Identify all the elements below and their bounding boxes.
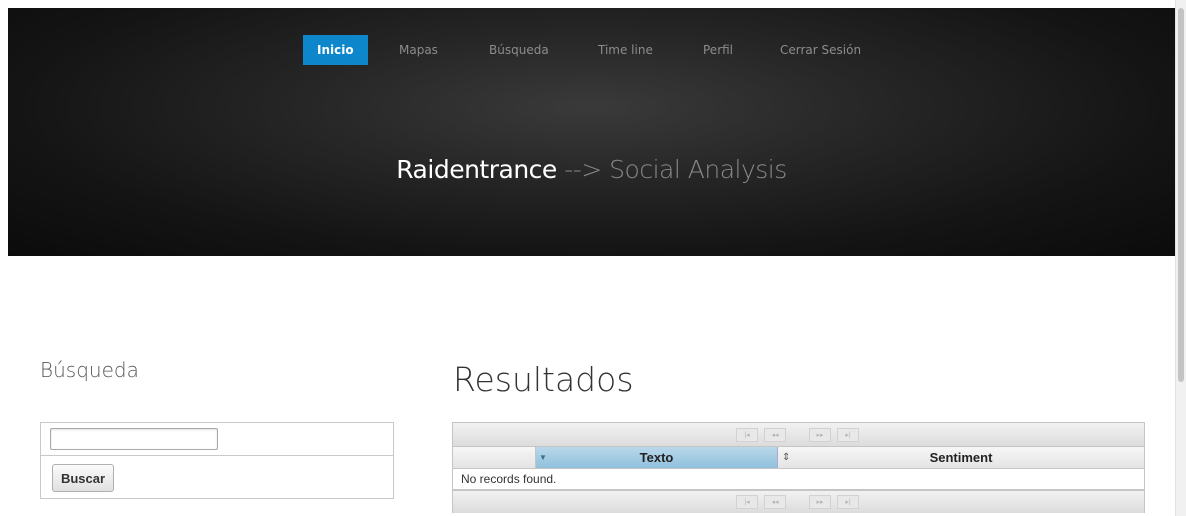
- hero-subtitle: --> Social Analysis: [556, 155, 787, 184]
- page-scrollbar[interactable]: [1175, 0, 1186, 516]
- main-nav: Inicio Mapas Búsqueda Time line Perfil C…: [8, 35, 1175, 65]
- scrollbar-thumb[interactable]: [1178, 8, 1184, 382]
- column-label-texto: Texto: [639, 450, 674, 465]
- search-heading: Búsqueda: [40, 358, 139, 382]
- nav-item-busqueda[interactable]: Búsqueda: [489, 35, 549, 65]
- last-page-icon[interactable]: ▸|: [837, 495, 859, 509]
- search-button[interactable]: Buscar: [52, 464, 114, 492]
- nav-item-perfil[interactable]: Perfil: [703, 35, 733, 65]
- prev-page-icon[interactable]: ◂◂: [764, 428, 786, 442]
- column-header-sentiment[interactable]: ⇕ Sentiment: [778, 447, 1144, 468]
- search-input[interactable]: [50, 428, 218, 450]
- results-grid: |◂ ◂◂ ▸▸ ▸| ▼ Texto ⇕ Sentiment No recor…: [452, 422, 1145, 513]
- column-label-sentiment: Sentiment: [929, 450, 993, 465]
- brand-name: Raidentrance: [396, 155, 557, 184]
- results-heading: Resultados: [453, 360, 634, 399]
- empty-message: No records found.: [453, 469, 1144, 490]
- nav-item-inicio[interactable]: Inicio: [303, 35, 368, 65]
- next-page-icon[interactable]: ▸▸: [809, 428, 831, 442]
- sort-unsorted-icon: ⇕: [782, 452, 791, 463]
- search-button-row: Buscar: [41, 456, 393, 492]
- sort-desc-icon: ▼: [539, 453, 547, 462]
- first-page-icon[interactable]: |◂: [736, 428, 758, 442]
- hero-header: Inicio Mapas Búsqueda Time line Perfil C…: [8, 8, 1175, 256]
- nav-item-cerrar-sesion[interactable]: Cerrar Sesión: [780, 35, 861, 65]
- first-page-icon[interactable]: |◂: [736, 495, 758, 509]
- search-panel: Buscar: [40, 422, 394, 499]
- grid-header-row: ▼ Texto ⇕ Sentiment: [453, 447, 1144, 469]
- grid-header-spacer: [453, 447, 535, 468]
- next-page-icon[interactable]: ▸▸: [809, 495, 831, 509]
- prev-page-icon[interactable]: ◂◂: [764, 495, 786, 509]
- last-page-icon[interactable]: ▸|: [837, 428, 859, 442]
- hero-title: Raidentrance --> Social Analysis: [8, 155, 1175, 184]
- grid-pager-bottom: |◂ ◂◂ ▸▸ ▸|: [453, 490, 1144, 513]
- nav-item-mapas[interactable]: Mapas: [399, 35, 438, 65]
- nav-item-timeline[interactable]: Time line: [598, 35, 653, 65]
- grid-pager-top: |◂ ◂◂ ▸▸ ▸|: [453, 423, 1144, 447]
- column-header-texto[interactable]: ▼ Texto: [535, 447, 778, 468]
- search-input-row: [41, 423, 393, 456]
